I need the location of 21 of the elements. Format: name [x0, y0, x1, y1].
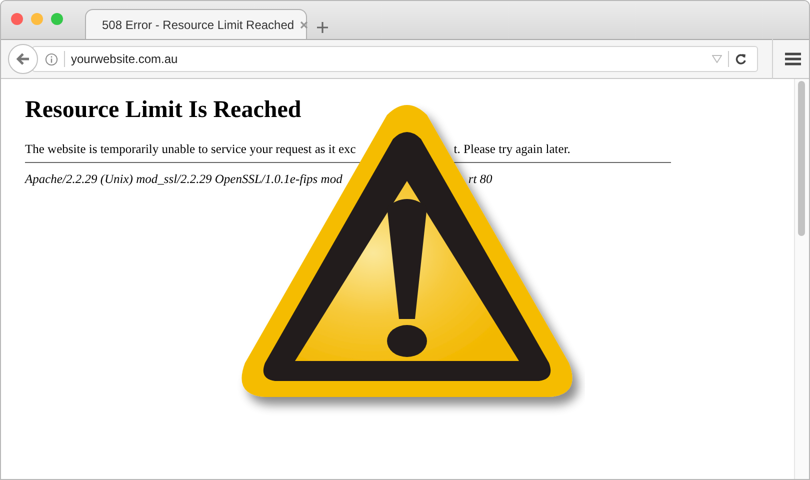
zoom-window-button[interactable] [51, 13, 63, 25]
minimize-window-button[interactable] [31, 13, 43, 25]
close-window-button[interactable] [11, 13, 23, 25]
reload-icon[interactable] [735, 53, 747, 65]
tab-title: 508 Error - Resource Limit Reached [102, 18, 294, 32]
scrollbar-thumb[interactable] [798, 81, 805, 236]
back-arrow-icon [16, 52, 30, 66]
page-heading: Resource Limit Is Reached [25, 97, 302, 124]
info-icon[interactable] [45, 52, 58, 66]
address-bar[interactable]: yourwebsite.com.au [32, 46, 758, 72]
scrollbar[interactable] [794, 79, 809, 479]
error-message: The website is temporarily unable to service your request as it exc [25, 142, 356, 157]
server-signature: Apache/2.2.29 (Unix) mod_ssl/2.2.29 OpenSSL/1.0.1e-fips mod [25, 172, 342, 187]
server-signature: rt 80 [468, 172, 492, 187]
dropdown-icon[interactable] [712, 55, 722, 63]
new-tab-icon[interactable] [317, 22, 328, 33]
browser-tab[interactable]: 508 Error - Resource Limit Reached [85, 9, 307, 39]
back-button[interactable] [8, 44, 38, 74]
error-message: t. Please try again later. [454, 142, 570, 157]
close-icon[interactable] [300, 20, 308, 28]
menu-icon[interactable] [785, 52, 801, 66]
